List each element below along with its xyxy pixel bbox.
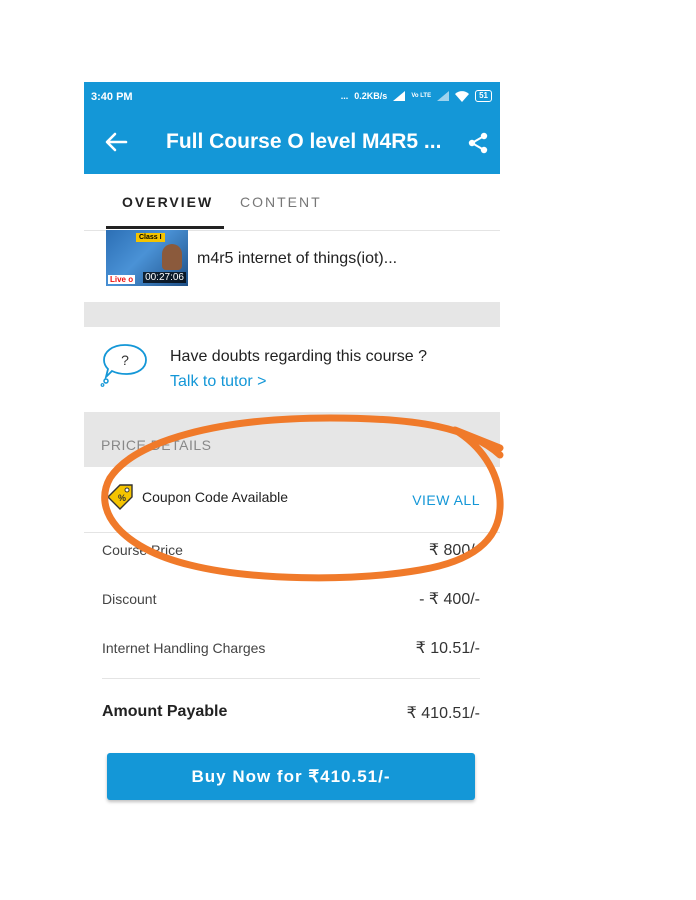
svg-text:?: ? [121,352,129,368]
price-details-header: PRICE DETAILS [84,412,500,467]
arrow-left-icon[interactable] [102,128,130,156]
question-bubble-icon: ? [100,344,147,387]
talk-to-tutor-link[interactable]: Talk to tutor > [170,373,267,391]
wifi-icon [455,90,470,102]
video-duration: 00:27:06 [143,272,186,283]
buy-now-button[interactable]: Buy Now for ₹410.51/- [107,753,475,800]
svg-text:%: % [118,493,126,503]
discount-value: - ₹ 400/- [419,591,480,608]
status-bar: 3:40 PM ... 0.2KB/s Vo LTE 51 [84,82,500,112]
price-row-course: Course Price ₹ 800/- [102,540,480,570]
status-speed: 0.2KB/s [354,91,388,101]
price-divider [102,678,480,679]
section-divider [84,302,500,327]
coupon-tag-icon: % [107,484,133,510]
doubts-question: Have doubts regarding this course ? [170,348,428,365]
price-row-handling: Internet Handling Charges ₹ 10.51/- [102,638,480,668]
view-all-link[interactable]: VIEW ALL [412,492,480,508]
tutor-image [162,244,182,270]
coupon-label: Coupon Code Available [142,489,289,505]
share-icon[interactable] [466,131,490,155]
tab-bar: OVERVIEW CONTENT [84,174,500,231]
handling-value: ₹ 10.51/- [415,640,480,657]
video-title: m4r5 internet of things(iot)... [197,250,398,267]
app-bar: Full Course O level M4R5 ... [84,112,500,174]
phone-screen: 3:40 PM ... 0.2KB/s Vo LTE 51 Full Cours… [84,82,500,822]
status-time: 3:40 PM [91,91,133,103]
handling-label: Internet Handling Charges [102,640,266,656]
battery-icon: 51 [475,90,492,102]
signal-icon [393,91,406,101]
video-thumbnail[interactable]: Class I Live o 00:27:06 [106,230,188,286]
course-price-label: Course Price [102,542,183,558]
video-list-item[interactable]: Class I Live o 00:27:06 m4r5 internet of… [84,230,500,300]
price-row-discount: Discount - ₹ 400/- [102,589,480,619]
signal-icon-2 [437,91,450,101]
amount-payable-label: Amount Payable [102,703,228,720]
discount-label: Discount [102,591,157,607]
status-right: ... 0.2KB/s Vo LTE 51 [341,90,492,102]
amount-payable-value: ₹ 410.51/- [406,705,480,722]
page-title: Full Course O level M4R5 ... [166,130,442,153]
status-carrier: Vo LTE [411,93,432,99]
thumb-badge: Class I [136,233,165,242]
doubts-section: ? Have doubts regarding this course ? Ta… [84,327,500,412]
tab-content[interactable]: CONTENT [240,194,322,210]
course-price-value: ₹ 800/- [428,542,480,559]
tab-overview[interactable]: OVERVIEW [122,194,213,210]
price-details-title: PRICE DETAILS [101,437,212,453]
coupon-row: % Coupon Code Available VIEW ALL [84,467,500,533]
thumb-live: Live o [108,275,136,284]
tab-indicator [106,226,224,229]
status-dots: ... [340,91,349,101]
price-row-total: Amount Payable ₹ 410.51/- [102,703,480,733]
